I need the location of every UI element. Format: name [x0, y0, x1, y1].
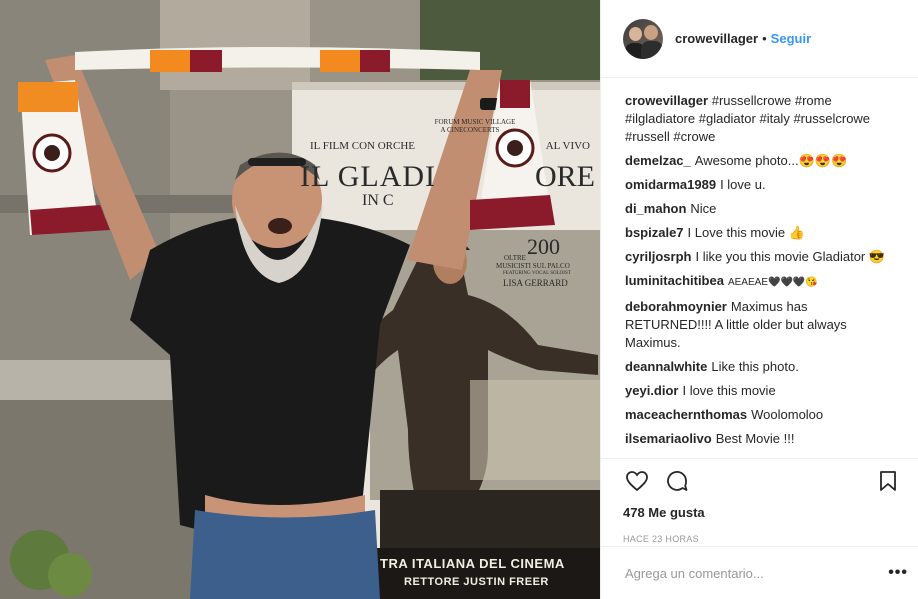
- comment-item: deannalwhite Like this photo.: [625, 358, 894, 376]
- heart-icon[interactable]: [623, 467, 651, 495]
- hashtag-link[interactable]: #russell: [625, 129, 670, 144]
- comment-text: I love this movie: [682, 383, 776, 398]
- comment-username[interactable]: bspizale7: [625, 225, 684, 240]
- comment-username[interactable]: demelzac_: [625, 153, 691, 168]
- comment-username[interactable]: deborahmoynier: [625, 299, 727, 314]
- comment-item: di_mahon Nice: [625, 200, 894, 218]
- comment-item: cyriljosrph I like you this movie Gladiat…: [625, 248, 894, 266]
- poster-title-end: ORE: [535, 160, 595, 193]
- avatar[interactable]: [623, 18, 663, 59]
- comment-username[interactable]: maceachernthomas: [625, 407, 747, 422]
- poster-orchestra-line-end: AL VIVO: [545, 140, 590, 152]
- bookmark-icon[interactable]: [874, 467, 902, 495]
- header-username[interactable]: crowevillager: [675, 31, 758, 46]
- poster-number: 200: [527, 234, 560, 259]
- separator-dot: •: [762, 31, 767, 46]
- comment-text: Nice: [690, 201, 717, 216]
- comment-item: yeyi.dior I love this movie: [625, 382, 894, 400]
- comment-input[interactable]: [625, 565, 889, 581]
- poster-featuring: FEATURING VOCAL SOLOIST: [503, 271, 571, 276]
- comment-username[interactable]: luminitachitibea: [625, 273, 724, 288]
- comment-text: Best Movie !!!: [715, 431, 795, 446]
- post-timestamp: HACE 23 HORAS: [623, 534, 699, 544]
- poster-musicians: MUSICISTI SUL PALCO: [496, 262, 570, 270]
- post-header: crowevillager • Seguir: [601, 0, 918, 78]
- comment-text: I Love this movie 👍: [687, 225, 805, 240]
- post-actions: 478 Me gusta HACE 23 HORAS: [601, 458, 918, 544]
- comment-text: I like you this movie Gladiator 😎: [695, 249, 886, 264]
- more-options-button[interactable]: •••: [888, 564, 908, 582]
- comment-item: deborahmoynier Maximus has RETURNED!!!! A…: [625, 298, 894, 352]
- follow-button[interactable]: Seguir: [771, 31, 811, 46]
- comment-item: maceachernthomas Woolomoloo: [625, 406, 894, 424]
- comment-username[interactable]: deannalwhite: [625, 359, 707, 374]
- poster-text: FORUM MUSIC VILLAGE A CINECONCERTS IL FI…: [310, 118, 600, 152]
- add-comment-bar: •••: [601, 546, 918, 599]
- comments-list[interactable]: crowevillager #russellcrowe #rome #ilgla…: [601, 78, 918, 458]
- post-caption: crowevillager #russellcrowe #rome #ilgla…: [625, 92, 894, 146]
- comment-text: AEAEAE🖤🖤🖤😘: [727, 277, 818, 288]
- poster-subtitle: IN C: [362, 192, 394, 209]
- comment-text: Woolomoloo: [751, 407, 824, 422]
- hashtag-link[interactable]: #russellcrowe: [712, 93, 791, 108]
- poster-bottom-line-2: RETTORE JUSTIN FREER: [404, 576, 549, 588]
- hashtag-link[interactable]: #italy: [759, 111, 789, 126]
- comment-item: bspizale7 I Love this movie 👍: [625, 224, 894, 242]
- hashtag-link[interactable]: #rome: [795, 93, 832, 108]
- poster-bottom-line-1: TRA ITALIANA DEL CINEMA: [380, 556, 565, 571]
- likes-count[interactable]: 478 Me gusta: [623, 505, 902, 520]
- comment-icon[interactable]: [663, 467, 691, 495]
- comment-item: luminitachitibea AEAEAE🖤🖤🖤😘: [625, 272, 894, 292]
- caption-username[interactable]: crowevillager: [625, 93, 708, 108]
- post-sidebar: crowevillager • Seguir crowevillager #ru…: [600, 0, 918, 599]
- comment-item: demelzac_ Awesome photo...😍😍😍: [625, 152, 894, 170]
- comment-text: Like this photo.: [711, 359, 799, 374]
- post-photo[interactable]: FORUM MUSIC VILLAGE A CINECONCERTS IL FI…: [0, 0, 600, 599]
- comment-item: omidarma1989 I love u.: [625, 176, 894, 194]
- hashtag-link[interactable]: #russelcrowe: [793, 111, 870, 126]
- photo-illustration: [0, 0, 600, 599]
- comment-username[interactable]: di_mahon: [625, 201, 686, 216]
- poster-oltre: OLTRE: [504, 254, 526, 262]
- hashtag-link[interactable]: #ilgladiatore: [625, 111, 695, 126]
- poster-forum-line: FORUM MUSIC VILLAGE: [434, 118, 516, 126]
- comment-username[interactable]: omidarma1989: [625, 177, 716, 192]
- poster-title: IL GLADI: [300, 160, 436, 194]
- comment-text: Awesome photo...😍😍😍: [694, 153, 848, 168]
- poster-title-start: IL GLADI: [300, 160, 437, 193]
- comment-username[interactable]: cyriljosrph: [625, 249, 691, 264]
- poster-soloist: LISA GERRARD: [503, 278, 568, 288]
- comment-username[interactable]: yeyi.dior: [625, 383, 678, 398]
- poster-orchestra-line: IL FILM CON ORCHE: [310, 140, 416, 152]
- comment-item: ilsemariaolivo Best Movie !!!: [625, 430, 894, 448]
- comment-username[interactable]: ilsemariaolivo: [625, 431, 712, 446]
- comment-text: I love u.: [720, 177, 766, 192]
- hashtag-link[interactable]: #crowe: [673, 129, 715, 144]
- poster-cineconcerts: A CINECONCERTS: [440, 126, 500, 134]
- hashtag-link[interactable]: #gladiator: [699, 111, 756, 126]
